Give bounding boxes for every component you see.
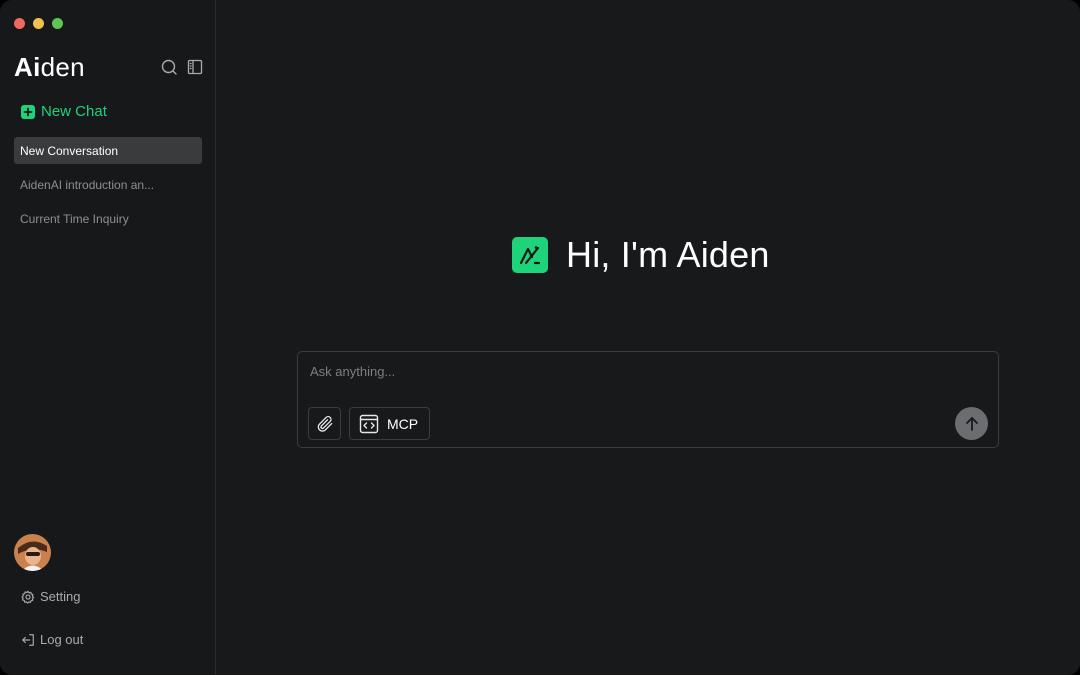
brand-light-text: den <box>40 51 85 82</box>
sidebar: Ai den New Chat New Conversation AidenAI… <box>0 0 216 675</box>
mcp-label: MCP <box>387 415 419 432</box>
new-chat-button[interactable]: New Chat <box>21 103 107 120</box>
paperclip-icon <box>317 415 332 432</box>
main-panel: Hi, I'm Aiden MCP <box>216 0 1080 675</box>
new-chat-label: New Chat <box>41 103 107 120</box>
app-logo: Ai den <box>14 52 85 82</box>
sidebar-toggle-icon[interactable] <box>186 58 203 75</box>
conversation-item[interactable]: New Conversation <box>14 137 202 164</box>
attach-button[interactable] <box>308 407 341 440</box>
avatar[interactable] <box>14 534 51 571</box>
minimize-window-button[interactable] <box>33 18 44 29</box>
code-window-icon <box>359 414 379 433</box>
chat-composer: MCP <box>297 351 999 448</box>
window-controls <box>14 18 63 29</box>
conversation-label: Current Time Inquiry <box>20 211 129 226</box>
logout-icon <box>22 633 34 646</box>
gear-icon <box>21 590 35 604</box>
conversation-label: New Conversation <box>20 143 119 158</box>
brand-bold-text: Ai <box>14 51 41 82</box>
greeting: Hi, I'm Aiden <box>512 234 770 276</box>
conversation-item[interactable]: Current Time Inquiry <box>14 205 202 232</box>
setting-label: Setting <box>40 589 81 604</box>
conversation-item[interactable]: AidenAI introduction an... <box>14 171 202 198</box>
aiden-logo-icon <box>512 237 548 273</box>
conversation-list: New Conversation AidenAI introduction an… <box>14 137 202 239</box>
avatar-image <box>14 534 51 571</box>
send-button[interactable] <box>955 407 988 440</box>
chat-input[interactable] <box>308 360 908 382</box>
plus-icon <box>21 104 35 119</box>
logout-label: Log out <box>40 632 84 647</box>
sidebar-tools <box>160 58 203 75</box>
app-window: Ai den New Chat New Conversation AidenAI… <box>0 0 1080 675</box>
search-icon[interactable] <box>160 58 177 75</box>
zoom-window-button[interactable] <box>52 18 63 29</box>
arrow-up-icon <box>965 416 978 431</box>
setting-button[interactable]: Setting <box>21 589 80 604</box>
close-window-button[interactable] <box>14 18 25 29</box>
conversation-label: AidenAI introduction an... <box>20 177 155 192</box>
greeting-title: Hi, I'm Aiden <box>566 234 770 275</box>
mcp-button[interactable]: MCP <box>349 407 430 440</box>
logout-button[interactable]: Log out <box>21 632 83 647</box>
